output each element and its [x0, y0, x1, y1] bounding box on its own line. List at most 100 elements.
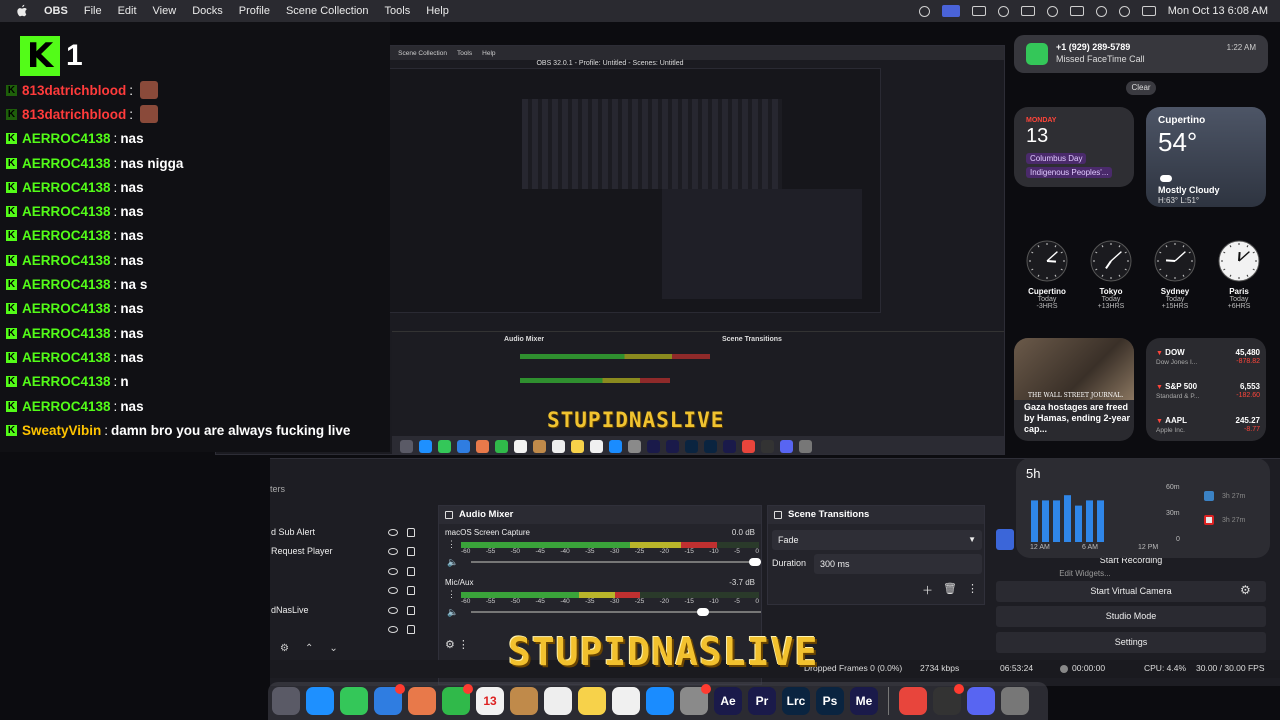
virtual-camera-settings-gear-icon[interactable]: ⚙ — [1240, 583, 1251, 597]
lock-icon[interactable] — [407, 605, 415, 615]
volume-slider[interactable] — [471, 608, 761, 616]
start-virtual-camera-button[interactable]: Start Virtual Camera — [996, 581, 1266, 602]
apple-menu-icon[interactable] — [14, 4, 30, 18]
trash-icon[interactable] — [1001, 687, 1029, 715]
chat-username[interactable]: AERROC4138 — [22, 301, 111, 316]
keyboard-icon[interactable] — [1020, 6, 1035, 16]
source-row[interactable]: Request Player — [270, 542, 430, 561]
menu-app-name[interactable]: OBS — [44, 5, 68, 17]
volume-slider-handle[interactable] — [696, 608, 709, 616]
volume-slider-handle[interactable] — [749, 558, 761, 566]
visibility-eye-icon[interactable] — [388, 529, 398, 536]
filters-tab-label[interactable]: ters — [270, 484, 285, 494]
move-up-chevron-icon[interactable]: ⌃ — [305, 643, 313, 661]
menu-profile[interactable]: Profile — [239, 5, 270, 17]
discord-icon[interactable] — [967, 687, 995, 715]
app-store-icon[interactable] — [646, 687, 674, 715]
tunnelblick-icon[interactable] — [918, 5, 930, 17]
chat-username[interactable]: AERROC4138 — [22, 131, 111, 146]
launchpad-icon[interactable] — [272, 687, 300, 715]
obs-icon[interactable] — [933, 684, 964, 715]
photos-icon[interactable] — [408, 687, 436, 715]
visibility-eye-icon[interactable] — [388, 625, 398, 633]
menu-edit[interactable]: Edit — [118, 5, 137, 17]
chat-username[interactable]: AERROC4138 — [22, 228, 111, 243]
wifi-icon[interactable] — [1095, 5, 1107, 17]
news-widget[interactable]: THE WALL STREET JOURNAL. Gaza hostages a… — [1014, 338, 1134, 441]
source-row[interactable]: dNasLive — [270, 601, 430, 620]
chat-username[interactable]: AERROC4138 — [22, 156, 111, 171]
calendar-icon[interactable]: 13 — [476, 687, 504, 715]
dropbox-icon[interactable] — [971, 6, 986, 16]
chat-username[interactable]: AERROC4138 — [22, 374, 111, 389]
menu-file[interactable]: File — [84, 5, 102, 17]
battery-icon[interactable] — [1069, 6, 1084, 16]
menu-docks[interactable]: Docks — [192, 5, 223, 17]
source-row[interactable] — [270, 581, 430, 600]
lock-icon[interactable] — [407, 586, 415, 596]
lightroom-classic-icon[interactable]: Lrc — [782, 687, 810, 715]
chat-username[interactable]: AERROC4138 — [22, 326, 111, 341]
after-effects-icon[interactable]: Ae — [714, 687, 742, 715]
source-row[interactable]: d Sub Alert — [270, 523, 430, 542]
chat-username[interactable]: AERROC4138 — [22, 399, 111, 414]
world-clock-widget[interactable]: Cupertino Today -3HRS Tokyo Today +13HRS Sydne… — [1018, 240, 1268, 312]
menu-scene-collection[interactable]: Scene Collection — [286, 5, 369, 17]
vpn-icon[interactable] — [997, 5, 1009, 17]
control-center-icon[interactable] — [1141, 6, 1156, 16]
studio-mode-button[interactable]: Studio Mode — [996, 606, 1266, 627]
photoshop-icon[interactable]: Ps — [816, 687, 844, 715]
visibility-eye-icon[interactable] — [388, 606, 398, 614]
chat-username[interactable]: AERROC4138 — [22, 180, 111, 195]
screen-time-widget[interactable]: 5h 60m 30m 0 12 AM 6 AM 12 PM 3h 27m 3h … — [1016, 458, 1270, 558]
dock-float-icon[interactable] — [445, 511, 453, 519]
chat-username[interactable]: AERROC4138 — [22, 350, 111, 365]
finder-icon[interactable] — [510, 687, 538, 715]
menu-tools[interactable]: Tools — [385, 5, 411, 17]
system-settings-icon[interactable] — [680, 684, 711, 715]
chat-username[interactable]: 813datrichblood — [22, 83, 126, 98]
menu-help[interactable]: Help — [426, 5, 449, 17]
channel-menu-kebab-icon[interactable]: ⋮ — [447, 539, 456, 550]
menu-clock[interactable]: Mon Oct 13 6:08 AM — [1168, 5, 1268, 17]
delete-transition-trash-icon[interactable]: 🗑 — [943, 582, 957, 598]
clear-notifications-button[interactable]: Clear — [1126, 81, 1156, 95]
source-row[interactable] — [270, 620, 430, 639]
spotlight-search-icon[interactable] — [1118, 5, 1130, 17]
add-transition-plus-icon[interactable]: ＋ — [922, 582, 933, 598]
safari-icon[interactable] — [306, 687, 334, 715]
volume-slider[interactable] — [471, 558, 761, 566]
lock-icon[interactable] — [407, 528, 415, 537]
chat-username[interactable]: AERROC4138 — [22, 204, 111, 219]
weather-widget[interactable]: Cupertino 54° Mostly Cloudy H:63° L:51° — [1146, 107, 1266, 207]
start-streaming-button[interactable] — [996, 529, 1014, 550]
transition-select[interactable]: Fade ▼ — [772, 530, 982, 550]
source-row[interactable] — [270, 562, 430, 581]
facetime-icon[interactable] — [442, 684, 473, 715]
visibility-eye-icon[interactable] — [388, 587, 398, 595]
source-properties-gear-icon[interactable]: ⚙ — [280, 643, 289, 661]
settings-button[interactable]: Settings — [996, 632, 1266, 653]
transition-menu-kebab-icon[interactable]: ⋮ — [967, 582, 978, 598]
reminders-icon[interactable] — [544, 687, 572, 715]
chat-username[interactable]: AERROC4138 — [22, 277, 111, 292]
mixer-settings-gear-icon[interactable]: ⚙ ⋮ — [445, 638, 469, 651]
chat-username[interactable]: SweatyVibin — [22, 423, 101, 438]
channel-menu-kebab-icon[interactable]: ⋮ — [447, 589, 456, 600]
lock-icon[interactable] — [407, 624, 415, 634]
stocks-widget[interactable]: ▼ DOW Dow Jones I... 45,480 -878.82 ▼ S&… — [1146, 338, 1266, 441]
messages-icon[interactable] — [340, 687, 368, 715]
menu-view[interactable]: View — [153, 5, 177, 17]
calendar-widget[interactable]: MONDAY 13 Columbus Day Indigenous People… — [1014, 107, 1134, 187]
lock-icon[interactable] — [407, 547, 415, 557]
move-down-chevron-icon[interactable]: ⌄ — [329, 643, 337, 661]
screen-record-icon[interactable] — [941, 5, 960, 17]
facetime-notification[interactable]: +1 (929) 289-5789 Missed FaceTime Call 1… — [1014, 35, 1268, 73]
lock-icon[interactable] — [407, 566, 415, 576]
freeform-icon[interactable] — [612, 687, 640, 715]
premiere-icon[interactable]: Pr — [748, 687, 776, 715]
play-icon[interactable] — [1046, 5, 1058, 17]
visibility-eye-icon[interactable] — [388, 548, 398, 556]
speaker-icon[interactable]: 🔈 — [447, 607, 458, 618]
chat-username[interactable]: 813datrichblood — [22, 107, 126, 122]
